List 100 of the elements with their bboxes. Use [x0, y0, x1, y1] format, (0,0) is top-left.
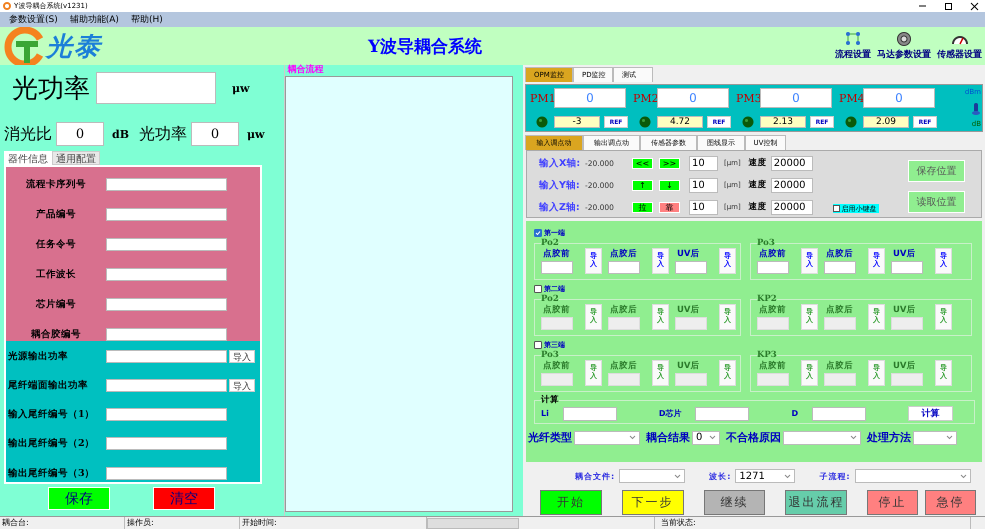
action-button[interactable]: 继续: [704, 490, 766, 514]
power-field[interactable]: [96, 72, 216, 104]
step-field[interactable]: 10: [689, 200, 718, 214]
toolbar-button[interactable]: 马达参数设置: [877, 31, 931, 61]
jog-button[interactable]: 拉: [632, 202, 653, 212]
input-field[interactable]: [106, 298, 227, 310]
dropdown[interactable]: [854, 469, 971, 483]
meter-field[interactable]: 0: [863, 88, 935, 108]
field-label: 点胶后: [825, 304, 854, 315]
menu-item[interactable]: 参数设置(S): [4, 13, 63, 26]
jog-button[interactable]: >>: [659, 158, 680, 168]
action-button[interactable]: 停止: [867, 490, 918, 514]
menu-item[interactable]: 辅助功能(A): [64, 13, 124, 26]
tab[interactable]: 器件信息: [4, 151, 52, 165]
jog-button[interactable]: <<: [632, 158, 653, 168]
jog-button[interactable]: ↑: [632, 180, 653, 190]
input-field[interactable]: [106, 328, 227, 340]
input-field[interactable]: [562, 406, 617, 420]
input-field[interactable]: [106, 178, 227, 190]
tab[interactable]: 通用配置: [52, 151, 100, 165]
action-button[interactable]: 开始: [540, 490, 602, 514]
offset-field[interactable]: 2.09: [863, 116, 909, 128]
offset-field[interactable]: 4.72: [657, 116, 703, 128]
action-button[interactable]: 下一步: [622, 490, 684, 514]
joystick-icon: [971, 101, 981, 115]
field-label: 芯片编号: [34, 298, 77, 310]
power-field[interactable]: 0: [191, 122, 239, 146]
field-label: 任务令号: [34, 238, 77, 250]
power-label: 光功率: [12, 72, 91, 106]
group-title: Po3: [541, 350, 559, 360]
axis-label: 输入Z轴:: [539, 200, 581, 214]
select-label: 光纤类型: [528, 430, 572, 445]
import-button[interactable]: 导入: [229, 378, 255, 392]
offset-field[interactable]: -3: [554, 116, 600, 128]
input-field[interactable]: [106, 268, 227, 280]
field-label: UV后: [676, 360, 700, 371]
field-label: 耦合胶编号: [30, 328, 82, 340]
jog-button[interactable]: ↓: [659, 180, 680, 190]
position-button[interactable]: 保存位置: [908, 160, 965, 182]
power-label: 光功率: [139, 124, 187, 144]
dropdown[interactable]: [783, 430, 861, 444]
speed-field[interactable]: 20000: [770, 156, 813, 170]
meter-field[interactable]: 0: [554, 88, 626, 108]
select-label: 耦合文件:: [575, 470, 616, 482]
action-button[interactable]: 保存: [48, 487, 110, 510]
action-button[interactable]: 清空: [153, 487, 215, 510]
jog-button[interactable]: 靠: [659, 202, 680, 212]
input-field[interactable]: [106, 238, 227, 250]
axis-label: 输入Y轴:: [539, 178, 581, 192]
speed-field[interactable]: 20000: [770, 178, 813, 192]
dropdown[interactable]: [913, 430, 957, 444]
toolbar-button[interactable]: 流程设置: [835, 31, 871, 61]
field-label: UV后: [892, 360, 916, 371]
input-field[interactable]: [824, 261, 856, 274]
input-field[interactable]: [675, 261, 707, 274]
checkbox[interactable]: [534, 228, 542, 236]
meter-field[interactable]: 0: [657, 88, 729, 108]
import-button[interactable]: 导入: [229, 350, 255, 362]
dropdown[interactable]: [619, 469, 686, 483]
meter-field[interactable]: 0: [760, 88, 832, 108]
app-icon: [3, 2, 11, 10]
toolbar-button[interactable]: 传感器设置: [937, 31, 982, 61]
offset-field[interactable]: 2.13: [760, 116, 806, 128]
input-field[interactable]: [106, 350, 227, 362]
close-icon[interactable]: [970, 2, 979, 10]
field-label: 点胶后: [825, 248, 854, 259]
action-button[interactable]: 退出流程: [785, 490, 848, 514]
calculate-button[interactable]: 计算: [908, 406, 954, 421]
input-field[interactable]: [891, 261, 923, 274]
input-field[interactable]: [541, 261, 573, 274]
extinction-field[interactable]: 0: [56, 122, 104, 146]
select-label: 子流程:: [819, 470, 851, 482]
checkbox[interactable]: [534, 340, 542, 348]
menu-item[interactable]: 帮助(H): [126, 13, 168, 26]
step-field[interactable]: 10: [689, 156, 718, 170]
input-field[interactable]: [608, 261, 640, 274]
checkbox[interactable]: [534, 284, 542, 292]
input-field[interactable]: [757, 261, 789, 274]
field-label: 输出尾纤编号（3）: [6, 466, 96, 480]
input-field[interactable]: [106, 378, 227, 392]
input-field[interactable]: [106, 437, 227, 450]
field-label: 点胶后: [609, 360, 638, 371]
input-field[interactable]: [812, 406, 866, 420]
field-label: Li: [541, 409, 549, 418]
input-field[interactable]: [106, 466, 227, 480]
maximize-icon[interactable]: [944, 2, 953, 10]
caret-icon: [850, 435, 857, 440]
input-field[interactable]: [106, 208, 227, 220]
dropdown[interactable]: 1271: [735, 469, 796, 483]
meter-label: PM1: [530, 92, 552, 104]
dropdown[interactable]: 0: [692, 430, 720, 444]
field-label: 工作波长: [35, 268, 77, 280]
dropdown[interactable]: [574, 430, 640, 444]
action-button[interactable]: 急停: [925, 490, 976, 514]
input-field[interactable]: [695, 406, 750, 420]
led-icon: [639, 116, 651, 128]
input-field[interactable]: [106, 408, 227, 421]
step-field[interactable]: 10: [689, 178, 718, 192]
speed-field[interactable]: 20000: [770, 200, 813, 214]
position-button[interactable]: 读取位置: [908, 191, 965, 213]
